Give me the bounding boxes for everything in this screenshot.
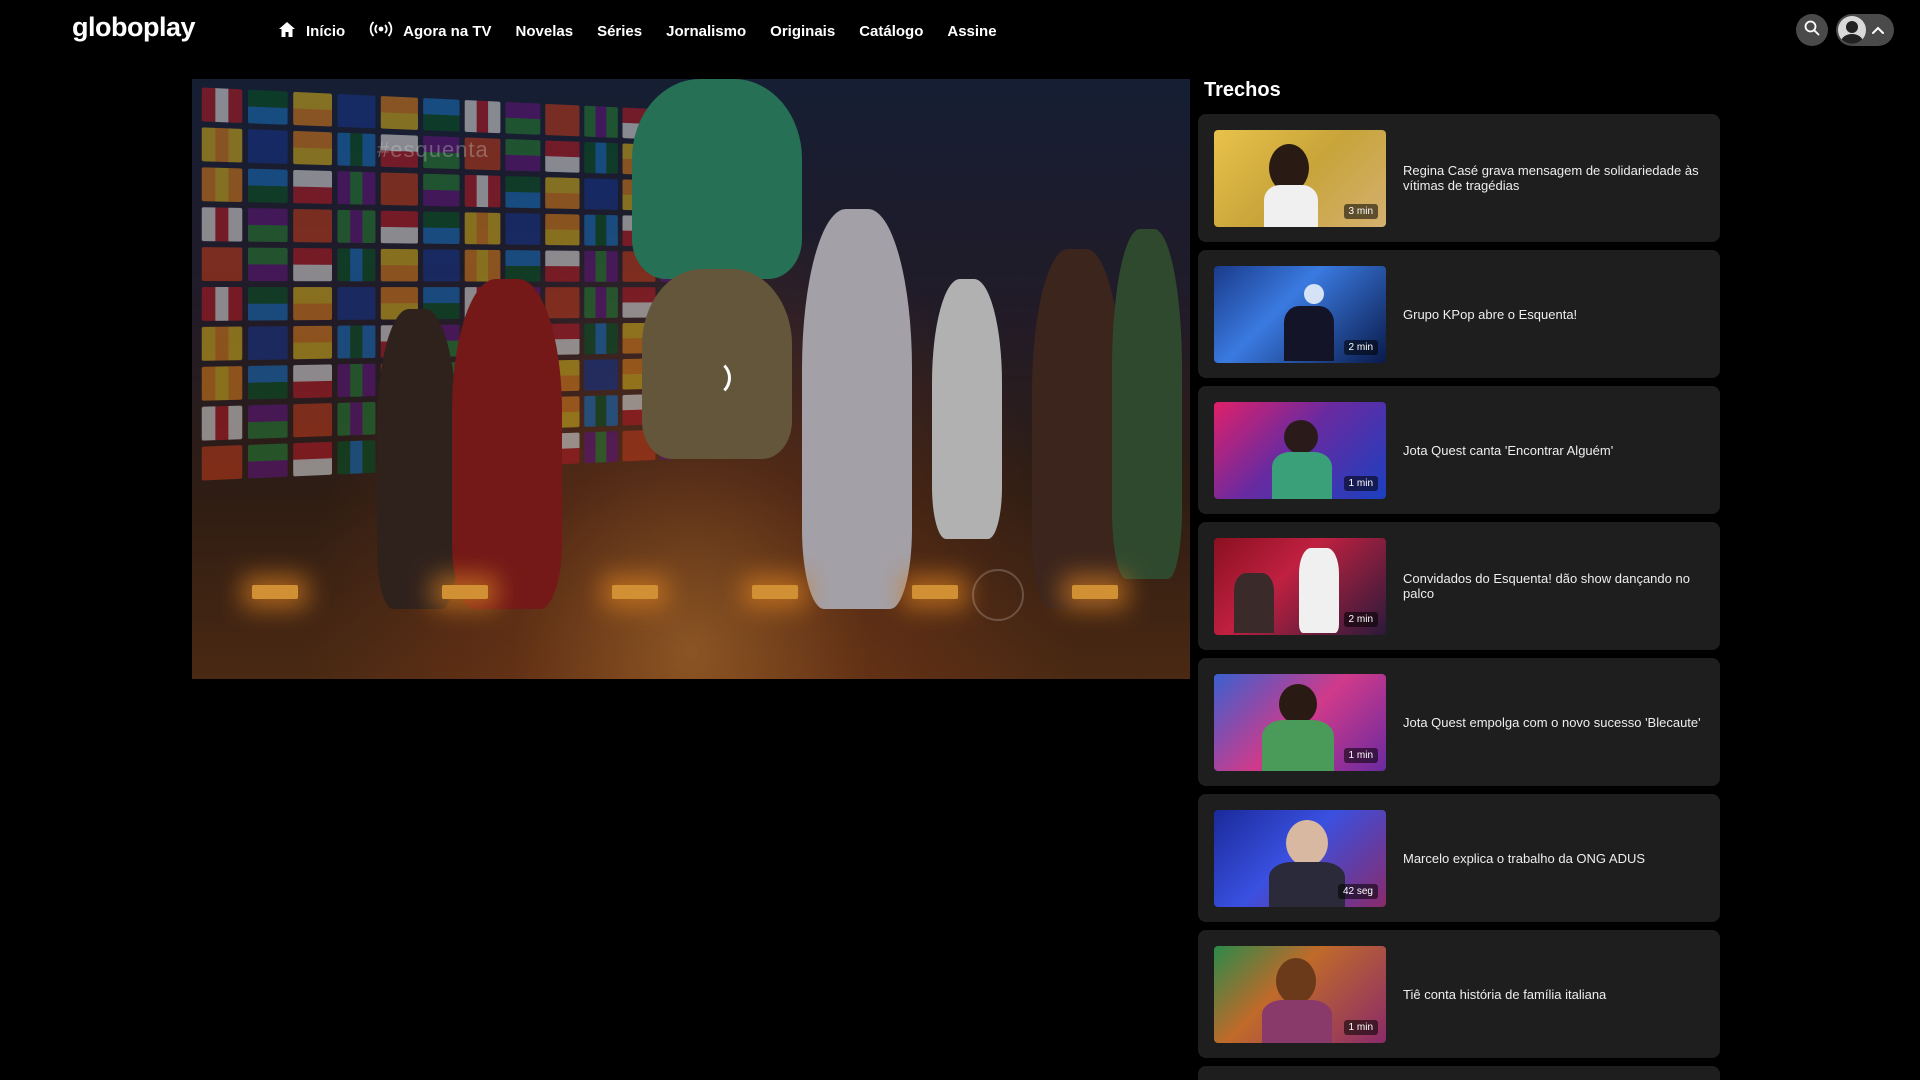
- clip-title: Marcelo explica o trabalho da ONG ADUS: [1403, 850, 1646, 866]
- clip-thumbnail: 2 min: [1214, 265, 1386, 363]
- channel-watermark: [972, 569, 1024, 621]
- home-icon: [278, 21, 296, 42]
- nav-item-agora-na-tv[interactable]: Agora na TV: [369, 20, 492, 42]
- clip-title: Regina Casé grava mensagem de solidaried…: [1403, 163, 1699, 193]
- nav-item-jornalismo[interactable]: Jornalismo: [666, 23, 746, 40]
- clip-duration: 2 min: [1343, 611, 1378, 627]
- clip-thumbnail: 3 min: [1214, 129, 1386, 227]
- clip-thumbnail: 42 seg: [1214, 809, 1386, 907]
- nav-item-originais[interactable]: Originais: [770, 23, 835, 40]
- clip-thumbnail: 2 min: [1214, 537, 1386, 635]
- loading-spinner-icon: [693, 359, 731, 397]
- nav-item-assine[interactable]: Assine: [947, 23, 996, 40]
- clip-card[interactable]: 2 min Convidados do Esquenta! dão show d…: [1198, 522, 1720, 650]
- clip-card[interactable]: 42 seg Marcelo explica o trabalho da ONG…: [1198, 794, 1720, 922]
- search-button[interactable]: [1796, 14, 1828, 46]
- clip-thumbnail: 1 min: [1214, 401, 1386, 499]
- nav-item-label: Início: [306, 22, 346, 40]
- nav-item-inicio[interactable]: Início: [278, 21, 345, 42]
- clip-card[interactable]: 3 min Regina Casé grava mensagem de soli…: [1198, 114, 1720, 242]
- clip-title: Jota Quest empolga com o novo sucesso 'B…: [1403, 714, 1701, 730]
- sidebar-title: Trechos: [1204, 79, 1281, 101]
- clip-card[interactable]: 2 min Grupo KPop abre o Esquenta!: [1198, 250, 1720, 378]
- live-broadcast-icon: [369, 20, 393, 42]
- clip-thumbnail: 1 min: [1214, 945, 1386, 1043]
- clip-duration: 42 seg: [1337, 883, 1378, 899]
- header-actions: [1796, 14, 1894, 46]
- video-player[interactable]: #esquenta: [192, 79, 1190, 679]
- clip-thumbnail: 1 min: [1214, 673, 1386, 771]
- clip-duration: 1 min: [1343, 747, 1378, 763]
- top-header: globoplay Início Agora na TV Novelas Sér…: [0, 0, 1920, 60]
- nav-item-catalogo[interactable]: Catálogo: [859, 23, 923, 40]
- clip-card[interactable]: 1 min Jota Quest canta 'Encontrar Alguém…: [1198, 386, 1720, 514]
- clip-card[interactable]: 1 min Tiê conta história de família ital…: [1198, 930, 1720, 1058]
- globoplay-logo[interactable]: globoplay: [72, 12, 196, 43]
- clip-title: Jota Quest canta 'Encontrar Alguém': [1403, 442, 1614, 458]
- clip-title: Tiê conta história de família italiana: [1403, 986, 1607, 1002]
- clip-title: Convidados do Esquenta! dão show dançand…: [1403, 571, 1690, 601]
- nav-item-novelas[interactable]: Novelas: [516, 23, 574, 40]
- clip-card-partial[interactable]: [1198, 1066, 1720, 1080]
- user-avatar-icon: [1838, 16, 1866, 44]
- search-icon: [1804, 20, 1820, 41]
- clip-duration: 1 min: [1343, 475, 1378, 491]
- clip-duration: 2 min: [1343, 339, 1378, 355]
- clips-sidebar: Trechos 3 min Regina Casé grava mensagem…: [1198, 79, 1722, 1080]
- nav-item-series[interactable]: Séries: [597, 23, 642, 40]
- chevron-up-icon: [1872, 21, 1884, 39]
- clip-card[interactable]: 1 min Jota Quest empolga com o novo suce…: [1198, 658, 1720, 786]
- clip-title: Grupo KPop abre o Esquenta!: [1403, 306, 1578, 322]
- profile-menu-button[interactable]: [1836, 14, 1894, 46]
- nav-item-label: Agora na TV: [403, 22, 492, 40]
- main-nav: Início Agora na TV Novelas Séries Jornal…: [278, 18, 1021, 44]
- clip-duration: 3 min: [1343, 203, 1378, 219]
- clip-duration: 1 min: [1343, 1019, 1378, 1035]
